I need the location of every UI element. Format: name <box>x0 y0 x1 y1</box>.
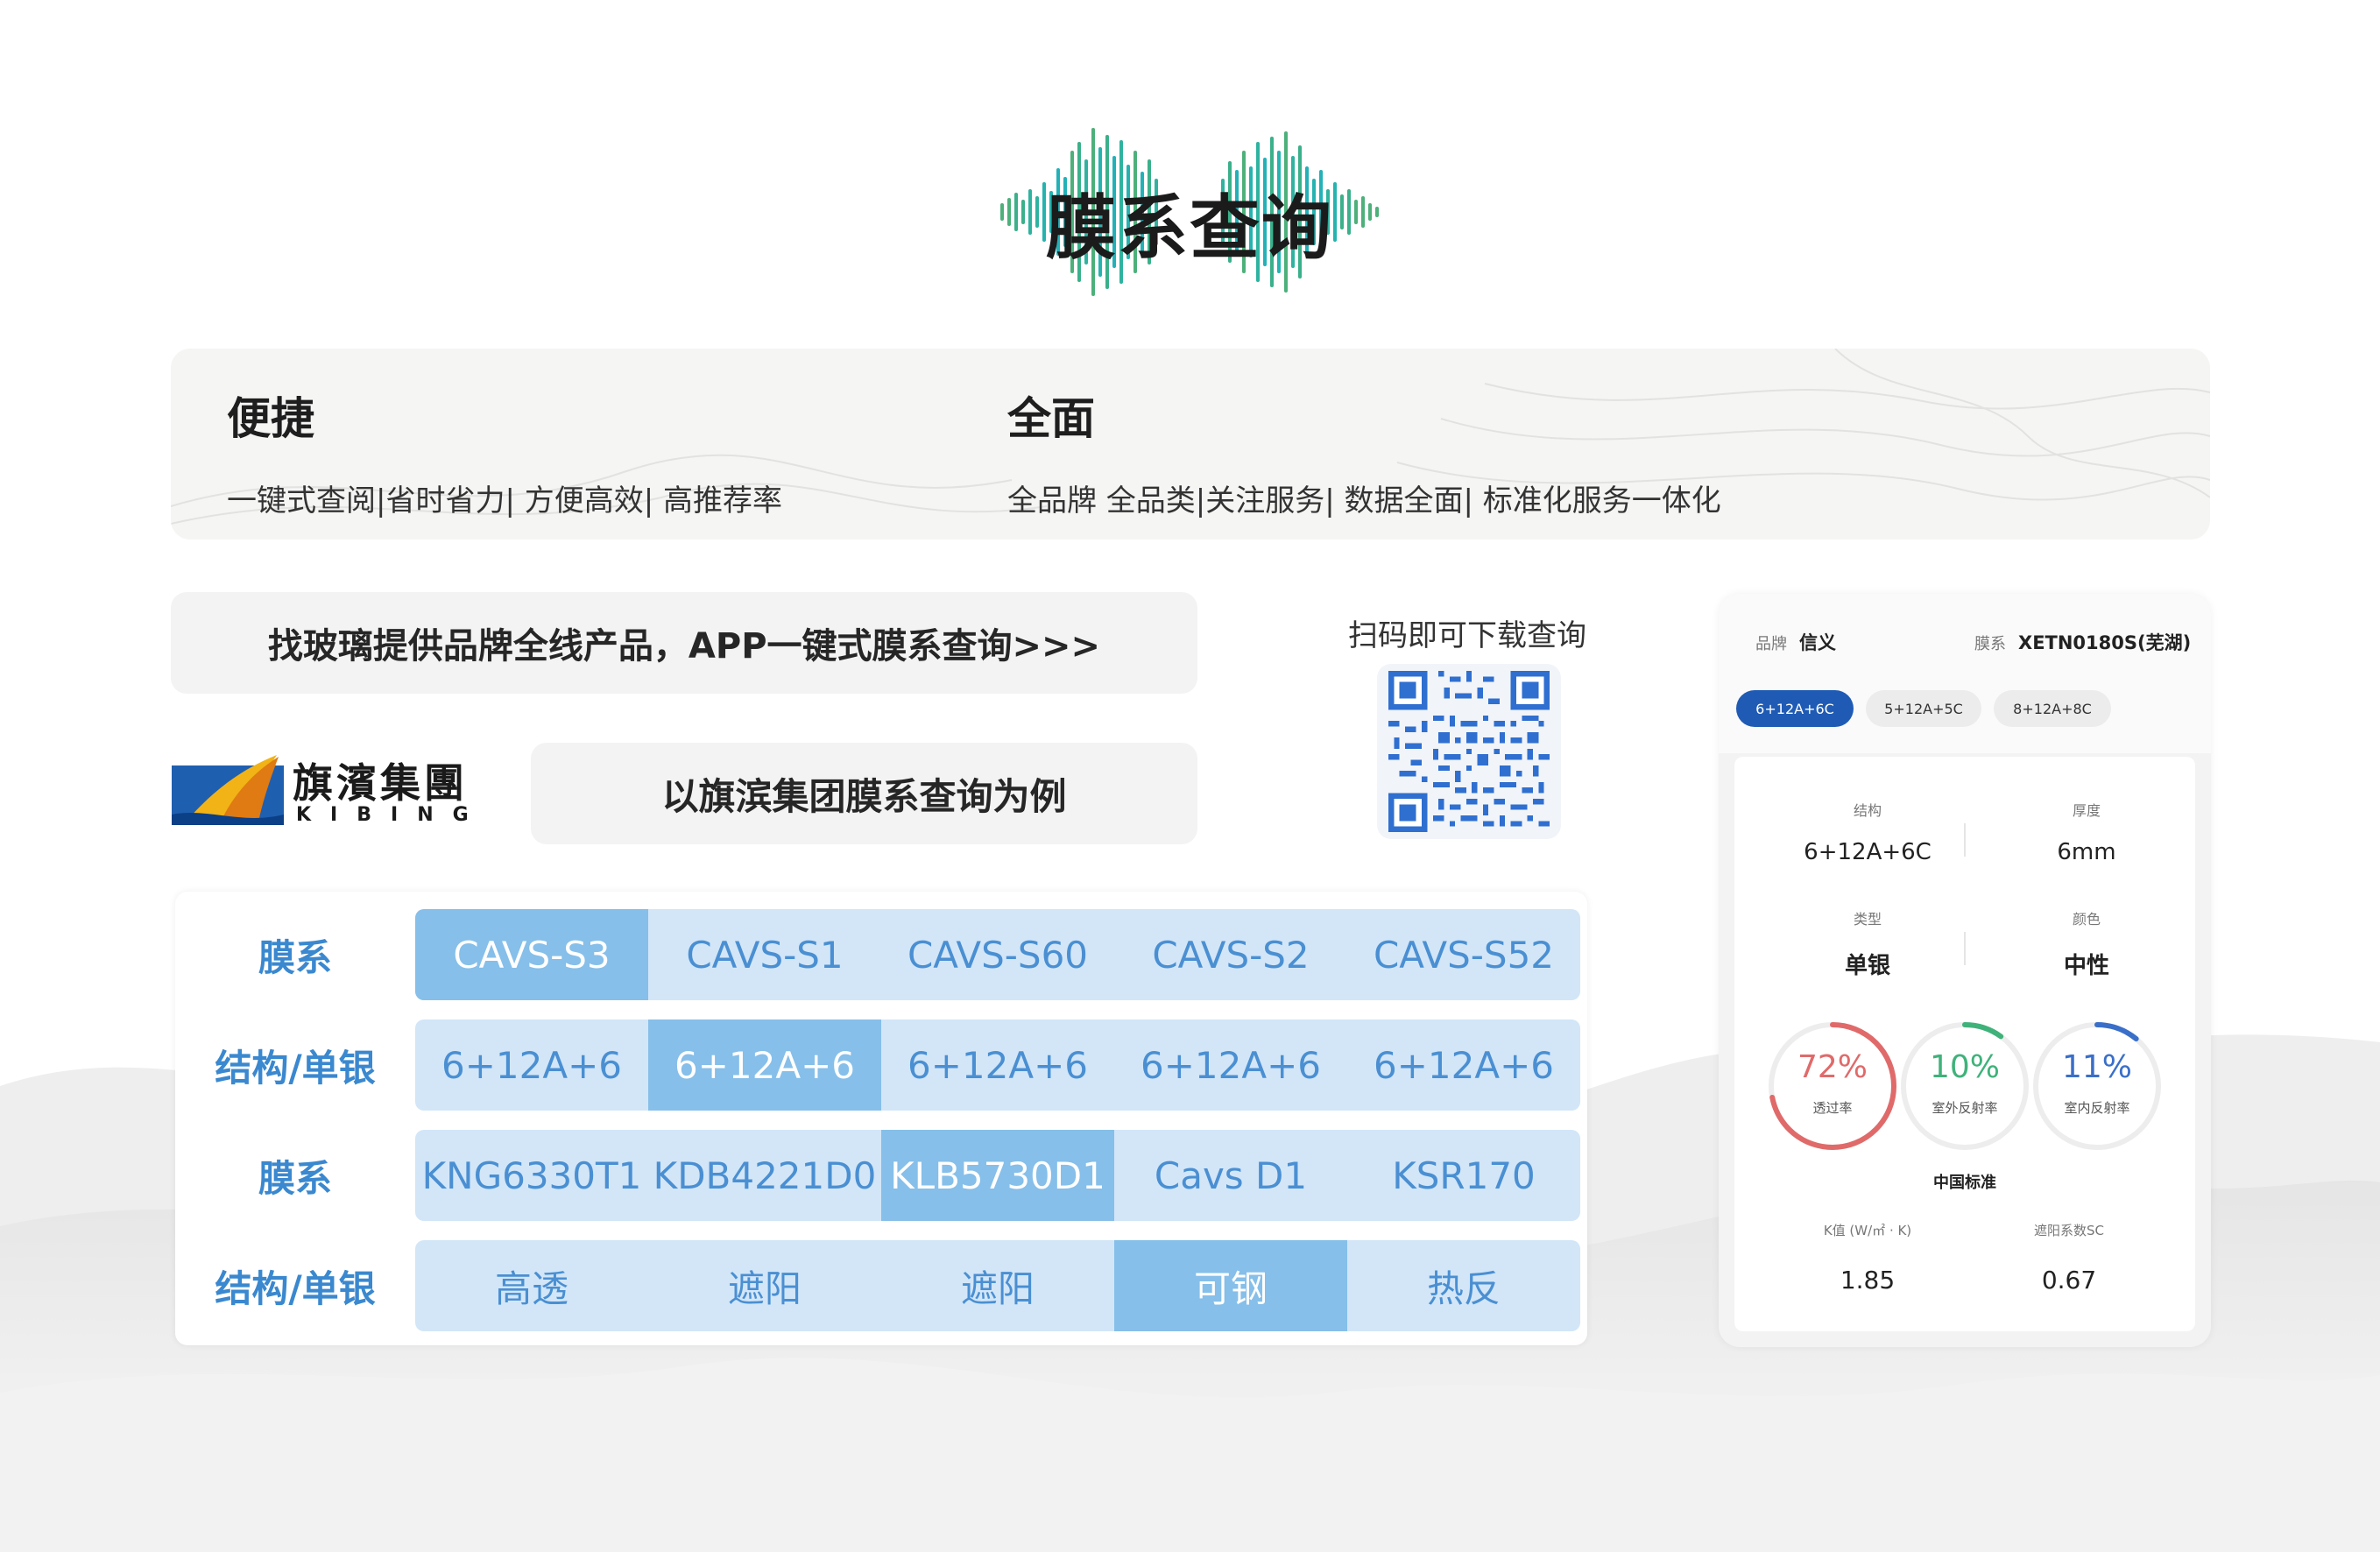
divider <box>1964 823 1966 857</box>
feature-title: 便捷 <box>227 393 314 444</box>
ring-gauge <box>1901 1022 2029 1150</box>
table-cell[interactable]: KDB4221D0 <box>648 1130 881 1221</box>
table-cell[interactable]: 可钢 <box>1114 1240 1347 1331</box>
structure-tab[interactable]: 8+12A+8C <box>1994 690 2111 727</box>
table-cell[interactable]: 6+12A+6 <box>415 1019 648 1111</box>
brand-field: 品牌 信义 <box>1755 629 1836 655</box>
spec-color: 颜色 中性 <box>1999 907 2174 980</box>
sc-value-block: 遮阳系数SC 0.67 <box>1973 1221 2165 1295</box>
feature-band: 便捷 一键式查阅|省时省力| 方便高效| 高推荐率 全面 全品牌 全品类|关注服… <box>171 349 2210 540</box>
spec-value: 单银 <box>1844 953 1890 979</box>
row-cells: KNG6330T1 KDB4221D0 KLB5730D1 Cavs D1 KS… <box>415 1130 1580 1221</box>
page-title: 膜系查询 <box>1046 187 1333 269</box>
example-banner: 以旗滨集团膜系查询为例 <box>531 743 1197 844</box>
logo-cn-text: 旗濱集團 <box>293 759 468 807</box>
ring-percent: 11% <box>2061 1049 2132 1085</box>
table-cell[interactable]: 6+12A+6 <box>1114 1019 1347 1111</box>
table-cell[interactable]: 6+12A+6 <box>1347 1019 1580 1111</box>
divider <box>1964 932 1966 965</box>
spec-type: 类型 单银 <box>1780 907 1955 980</box>
qr-code-icon <box>1388 671 1550 832</box>
table-row: 结构/单银 6+12A+6 6+12A+6 6+12A+6 6+12A+6 6+… <box>175 1019 1587 1111</box>
ring-label: 室外反射率 <box>1932 1100 1998 1116</box>
spec-structure: 结构 6+12A+6C <box>1780 799 1955 865</box>
row-label: 膜系 <box>258 935 332 979</box>
k-value: 1.85 <box>1840 1266 1896 1295</box>
brand-label: 品牌 <box>1755 635 1787 653</box>
spec-value: 6mm <box>2057 839 2116 865</box>
table-row: 膜系 CAVS-S3 CAVS-S1 CAVS-S60 CAVS-S2 CAVS… <box>175 909 1587 1000</box>
standard-label: 中国标准 <box>1933 1174 1996 1192</box>
table-cell[interactable]: KSR170 <box>1347 1130 1580 1221</box>
structure-tab[interactable]: 5+12A+5C <box>1866 690 1981 727</box>
table-cell[interactable]: 热反 <box>1347 1240 1580 1331</box>
outdoor-reflectance-ring: 10% 室外反射率 <box>1898 1019 2031 1153</box>
qr-label: 扫码即可下载查询 <box>1348 618 1586 653</box>
table-cell[interactable]: CAVS-S60 <box>881 909 1114 1000</box>
spec-thickness: 厚度 6mm <box>1999 799 2174 865</box>
row-cells: 6+12A+6 6+12A+6 6+12A+6 6+12A+6 6+12A+6 <box>415 1019 1580 1111</box>
logo-en-text: KIBING <box>296 804 488 826</box>
brand-value: 信义 <box>1799 632 1836 653</box>
spec-value: 中性 <box>2063 953 2109 979</box>
spec-label: 结构 <box>1853 802 1882 819</box>
phone-header: 品牌 信义 膜系 XETN0180S(芜湖) 6+12A+6C 5+12A+5C 8… <box>1719 594 2211 753</box>
ring-percent: 72% <box>1797 1049 1868 1085</box>
phone-body: 结构 6+12A+6C 厚度 6mm 类型 单银 颜色 中性 72% 透过率 1… <box>1734 757 2195 1331</box>
page-title-block: 膜系查询 <box>997 117 1382 307</box>
row-label: 膜系 <box>258 1156 332 1200</box>
table-row: 结构/单银 高透 遮阳 遮阳 可钢 热反 <box>175 1240 1587 1331</box>
k-value-block: K值 (W/㎡ · K) 1.85 <box>1771 1221 1964 1295</box>
feature-desc: 全品牌 全品类|关注服务| 数据全面| 标准化服务一体化 <box>1007 483 1721 519</box>
ring-label: 室内反射率 <box>2064 1100 2130 1116</box>
app-query-banner[interactable]: 找玻璃提供品牌全线产品，APP一键式膜系查询>>> <box>171 592 1197 694</box>
row-label: 结构/单银 <box>215 1046 376 1090</box>
row-cells: CAVS-S3 CAVS-S1 CAVS-S60 CAVS-S2 CAVS-S5… <box>415 909 1580 1000</box>
structure-tab-active[interactable]: 6+12A+6C <box>1736 690 1854 727</box>
qr-code[interactable] <box>1377 664 1561 839</box>
sail-logo-icon <box>172 755 284 825</box>
table-cell[interactable]: 遮阳 <box>881 1240 1114 1331</box>
table-cell[interactable]: CAVS-S2 <box>1114 909 1347 1000</box>
phone-result-card: 品牌 信义 膜系 XETN0180S(芜湖) 6+12A+6C 5+12A+5C 8… <box>1719 594 2211 1347</box>
ring-gauge <box>1769 1022 1896 1150</box>
feature-convenient: 便捷 一键式查阅|省时省力| 方便高效| 高推荐率 <box>227 384 782 519</box>
ring-gauge <box>2033 1022 2161 1150</box>
spec-label: 厚度 <box>2072 802 2101 819</box>
film-label: 膜系 <box>1974 635 2006 653</box>
film-table: 膜系 CAVS-S3 CAVS-S1 CAVS-S60 CAVS-S2 CAVS… <box>175 892 1587 1345</box>
ring-label: 透过率 <box>1812 1100 1853 1116</box>
feature-comprehensive: 全面 全品牌 全品类|关注服务| 数据全面| 标准化服务一体化 <box>1007 384 1721 519</box>
table-cell[interactable]: 高透 <box>415 1240 648 1331</box>
table-cell[interactable]: Cavs D1 <box>1114 1130 1347 1221</box>
sc-value: 0.67 <box>2041 1266 2097 1295</box>
row-cells: 高透 遮阳 遮阳 可钢 热反 <box>415 1240 1580 1331</box>
table-cell[interactable]: KLB5730D1 <box>881 1130 1114 1221</box>
table-cell[interactable]: 6+12A+6 <box>881 1019 1114 1111</box>
spec-label: 颜色 <box>2072 911 2101 928</box>
transmittance-ring: 72% 透过率 <box>1766 1019 1899 1153</box>
table-cell[interactable]: CAVS-S1 <box>648 909 881 1000</box>
ring-percent: 10% <box>1929 1049 2000 1085</box>
indoor-reflectance-ring: 11% 室内反射率 <box>2030 1019 2164 1153</box>
feature-title: 全面 <box>1007 393 1095 444</box>
table-cell[interactable]: CAVS-S3 <box>415 909 648 1000</box>
table-cell[interactable]: CAVS-S52 <box>1347 909 1580 1000</box>
table-cell[interactable]: KNG6330T1 <box>415 1130 648 1221</box>
spec-value: 6+12A+6C <box>1804 839 1932 865</box>
film-value: XETN0180S(芜湖) <box>2018 632 2192 653</box>
feature-desc: 一键式查阅|省时省力| 方便高效| 高推荐率 <box>227 483 782 519</box>
spec-label: 类型 <box>1853 911 1882 928</box>
table-cell[interactable]: 遮阳 <box>648 1240 881 1331</box>
kibing-logo: 旗濱集團 KIBING <box>172 746 470 834</box>
sc-label: 遮阳系数SC <box>2034 1223 2104 1238</box>
k-label: K值 (W/㎡ · K) <box>1823 1223 1912 1238</box>
row-label: 结构/单银 <box>215 1266 376 1310</box>
film-field: 膜系 XETN0180S(芜湖) <box>1974 629 2191 655</box>
table-row: 膜系 KNG6330T1 KDB4221D0 KLB5730D1 Cavs D1… <box>175 1130 1587 1221</box>
table-cell[interactable]: 6+12A+6 <box>648 1019 881 1111</box>
